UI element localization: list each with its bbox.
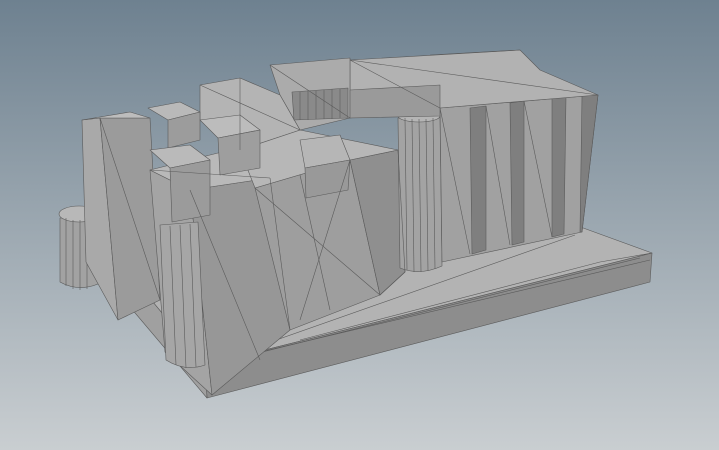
step-block-4-side <box>169 159 211 223</box>
scene-canvas[interactable] <box>0 0 719 450</box>
front-cylinder <box>159 221 206 368</box>
right-pier-2 <box>509 100 525 246</box>
right-pier-1 <box>469 105 487 255</box>
upper-block-front <box>349 84 441 119</box>
right-pier-3 <box>551 95 567 238</box>
grille <box>291 87 349 121</box>
3d-viewport[interactable] <box>0 0 719 450</box>
step-block-2-side <box>217 129 261 176</box>
